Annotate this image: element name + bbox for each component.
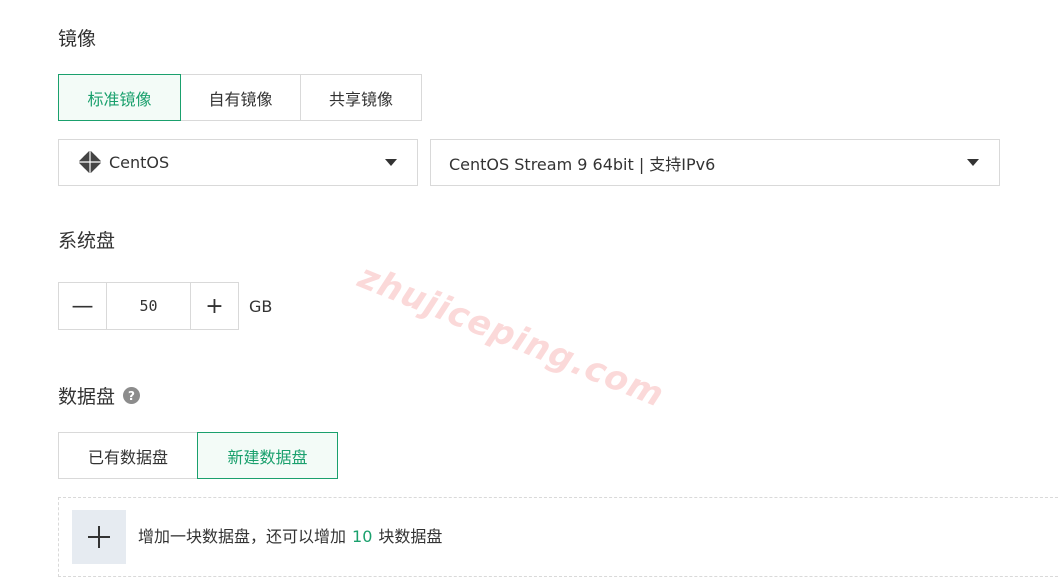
- chevron-down-icon: [385, 159, 397, 166]
- plus-icon-vertical: [98, 526, 100, 548]
- os-version-select[interactable]: CentOS Stream 9 64bit | 支持IPv6: [430, 139, 1000, 186]
- os-select-value: CentOS: [109, 153, 170, 172]
- disk-unit-label: GB: [249, 296, 273, 316]
- data-disk-tabs: 已有数据盘 新建数据盘: [58, 432, 338, 479]
- system-disk-title: 系统盘: [58, 230, 116, 252]
- data-disk-title: 数据盘: [58, 386, 116, 408]
- chevron-down-icon: [967, 159, 979, 166]
- tab-custom-image[interactable]: 自有镜像: [180, 74, 301, 121]
- data-disk-title-row: 数据盘?: [58, 385, 141, 409]
- add-data-disk-text: 增加一块数据盘，还可以增加 10 块数据盘: [138, 527, 442, 547]
- add-text-suffix: 块数据盘: [378, 527, 443, 546]
- help-icon[interactable]: ?: [123, 387, 141, 404]
- system-disk-stepper: — + GB: [58, 282, 272, 330]
- image-type-tabs: 标准镜像 自有镜像 共享镜像: [58, 74, 422, 121]
- tab-standard-image[interactable]: 标准镜像: [58, 74, 181, 121]
- tab-existing-data-disk[interactable]: 已有数据盘: [58, 432, 198, 479]
- add-data-disk-panel: 增加一块数据盘，还可以增加 10 块数据盘: [58, 497, 1059, 577]
- add-data-disk-button[interactable]: [72, 510, 126, 564]
- add-text-prefix: 增加一块数据盘，还可以增加: [138, 527, 347, 546]
- remaining-disk-count: 10: [352, 527, 373, 546]
- watermark: zhujiceping.com: [352, 256, 670, 416]
- os-select[interactable]: CentOS: [58, 139, 418, 186]
- image-section-title: 镜像: [58, 28, 97, 50]
- increment-button[interactable]: +: [190, 282, 239, 330]
- centos-logo-icon: [78, 150, 102, 174]
- tab-shared-image[interactable]: 共享镜像: [300, 74, 422, 121]
- os-version-value: CentOS Stream 9 64bit | 支持IPv6: [449, 154, 716, 174]
- system-disk-size-input[interactable]: [107, 282, 190, 330]
- tab-new-data-disk[interactable]: 新建数据盘: [197, 432, 338, 479]
- decrement-button[interactable]: —: [58, 282, 107, 330]
